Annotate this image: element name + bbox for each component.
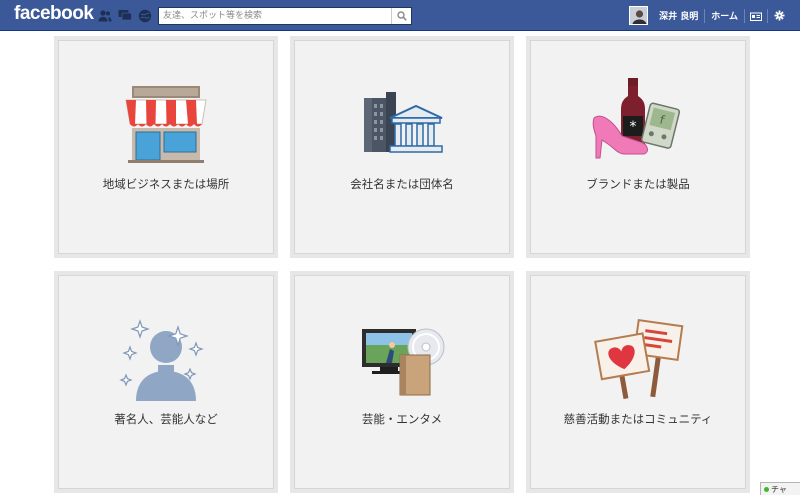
- friend-requests-icon[interactable]: [96, 7, 113, 24]
- category-tile-community[interactable]: 慈善活動またはコミュニティ: [526, 271, 750, 493]
- category-label: 慈善活動またはコミュニティ: [563, 412, 713, 426]
- search-icon: [396, 11, 407, 21]
- category-tile-entertainment[interactable]: 芸能・エンタメ: [290, 271, 514, 493]
- category-tile-local-business[interactable]: 地域ビジネスまたは場所: [54, 36, 278, 258]
- chat-label: チャ: [771, 484, 787, 494]
- chat-tab[interactable]: チャ: [760, 482, 800, 495]
- search-button[interactable]: [391, 8, 411, 24]
- community-signs-icon: [530, 318, 746, 399]
- category-label: ブランドまたは製品: [586, 177, 690, 191]
- top-bar: facebook 深井 良明 ホーム: [0, 0, 800, 31]
- category-label: 芸能・エンタメ: [361, 412, 443, 426]
- search-box: [158, 7, 412, 25]
- brand-products-icon: * f: [530, 78, 746, 162]
- public-figure-icon: [58, 319, 274, 401]
- notifications-icon[interactable]: [136, 7, 153, 24]
- right-navigation: 深井 良明 ホーム: [629, 0, 790, 31]
- privacy-shortcuts-icon[interactable]: [745, 11, 767, 21]
- online-status-icon: [764, 486, 769, 492]
- avatar[interactable]: [629, 6, 649, 25]
- home-link[interactable]: ホーム: [705, 9, 744, 22]
- category-tile-brand-product[interactable]: * f ブランドまたは製品: [526, 36, 750, 258]
- facebook-logo[interactable]: facebook: [14, 3, 94, 25]
- search-input[interactable]: [159, 8, 391, 24]
- category-label: 著名人、芸能人など: [114, 412, 218, 426]
- entertainment-icon: [294, 319, 510, 399]
- notification-jewels: [96, 7, 153, 24]
- category-label: 地域ビジネスまたは場所: [102, 177, 230, 191]
- company-buildings-icon: [294, 84, 510, 164]
- svg-text:*: *: [630, 119, 637, 135]
- messages-icon[interactable]: [116, 7, 133, 24]
- category-tile-company[interactable]: 会社名または団体名: [290, 36, 514, 258]
- settings-gear-icon[interactable]: [768, 10, 790, 21]
- storefront-icon: [58, 84, 274, 164]
- category-label: 会社名または団体名: [350, 177, 454, 191]
- category-tile-public-figure[interactable]: 著名人、芸能人など: [54, 271, 278, 493]
- profile-name-link[interactable]: 深井 良明: [653, 9, 704, 22]
